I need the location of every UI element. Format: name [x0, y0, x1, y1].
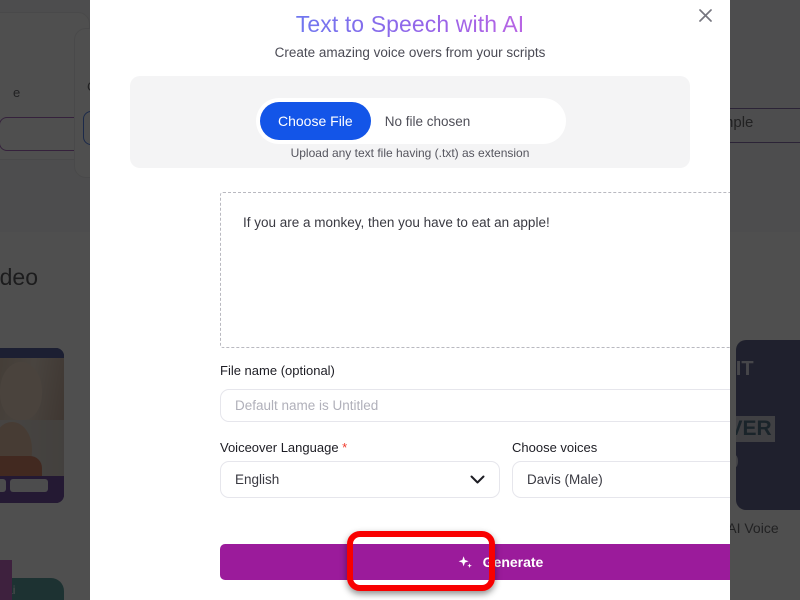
page-title: Text to Speech with AI	[90, 11, 730, 38]
choose-voices-value: Davis (Male)	[527, 472, 603, 487]
generate-button[interactable]: Generate	[220, 544, 730, 580]
file-input-row[interactable]: Choose File No file chosen	[256, 98, 566, 144]
file-upload-area: Choose File No file chosen Upload any te…	[130, 76, 690, 168]
choose-file-button[interactable]: Choose File	[260, 102, 371, 140]
file-name-input[interactable]	[220, 389, 730, 422]
script-textarea[interactable]	[220, 192, 730, 348]
voiceover-language-select[interactable]: English	[220, 461, 500, 498]
voiceover-language-required-asterisk: *	[342, 440, 348, 455]
voiceover-language-label: Voiceover Language *	[220, 440, 347, 455]
screenshot-root: e C ce d Sample s your video wavel.ai	[0, 0, 800, 600]
voiceover-language-label-text: Voiceover Language	[220, 440, 339, 455]
file-chosen-status: No file chosen	[384, 113, 471, 129]
choose-voices-label: Choose voices	[512, 440, 598, 455]
sparkle-icon	[457, 554, 474, 571]
upload-hint-text: Upload any text file having (.txt) as ex…	[290, 146, 530, 160]
script-textarea-wrapper: *	[220, 192, 730, 348]
page-subtitle: Create amazing voice overs from your scr…	[274, 45, 546, 60]
choose-voices-select[interactable]: Davis (Male)	[512, 461, 730, 498]
voiceover-language-value: English	[235, 472, 280, 487]
generate-button-label: Generate	[482, 554, 544, 570]
file-name-label: File name (optional)	[220, 363, 335, 378]
text-to-speech-modal: Text to Speech with AI Create amazing vo…	[90, 0, 730, 600]
chevron-down-icon	[470, 475, 485, 484]
